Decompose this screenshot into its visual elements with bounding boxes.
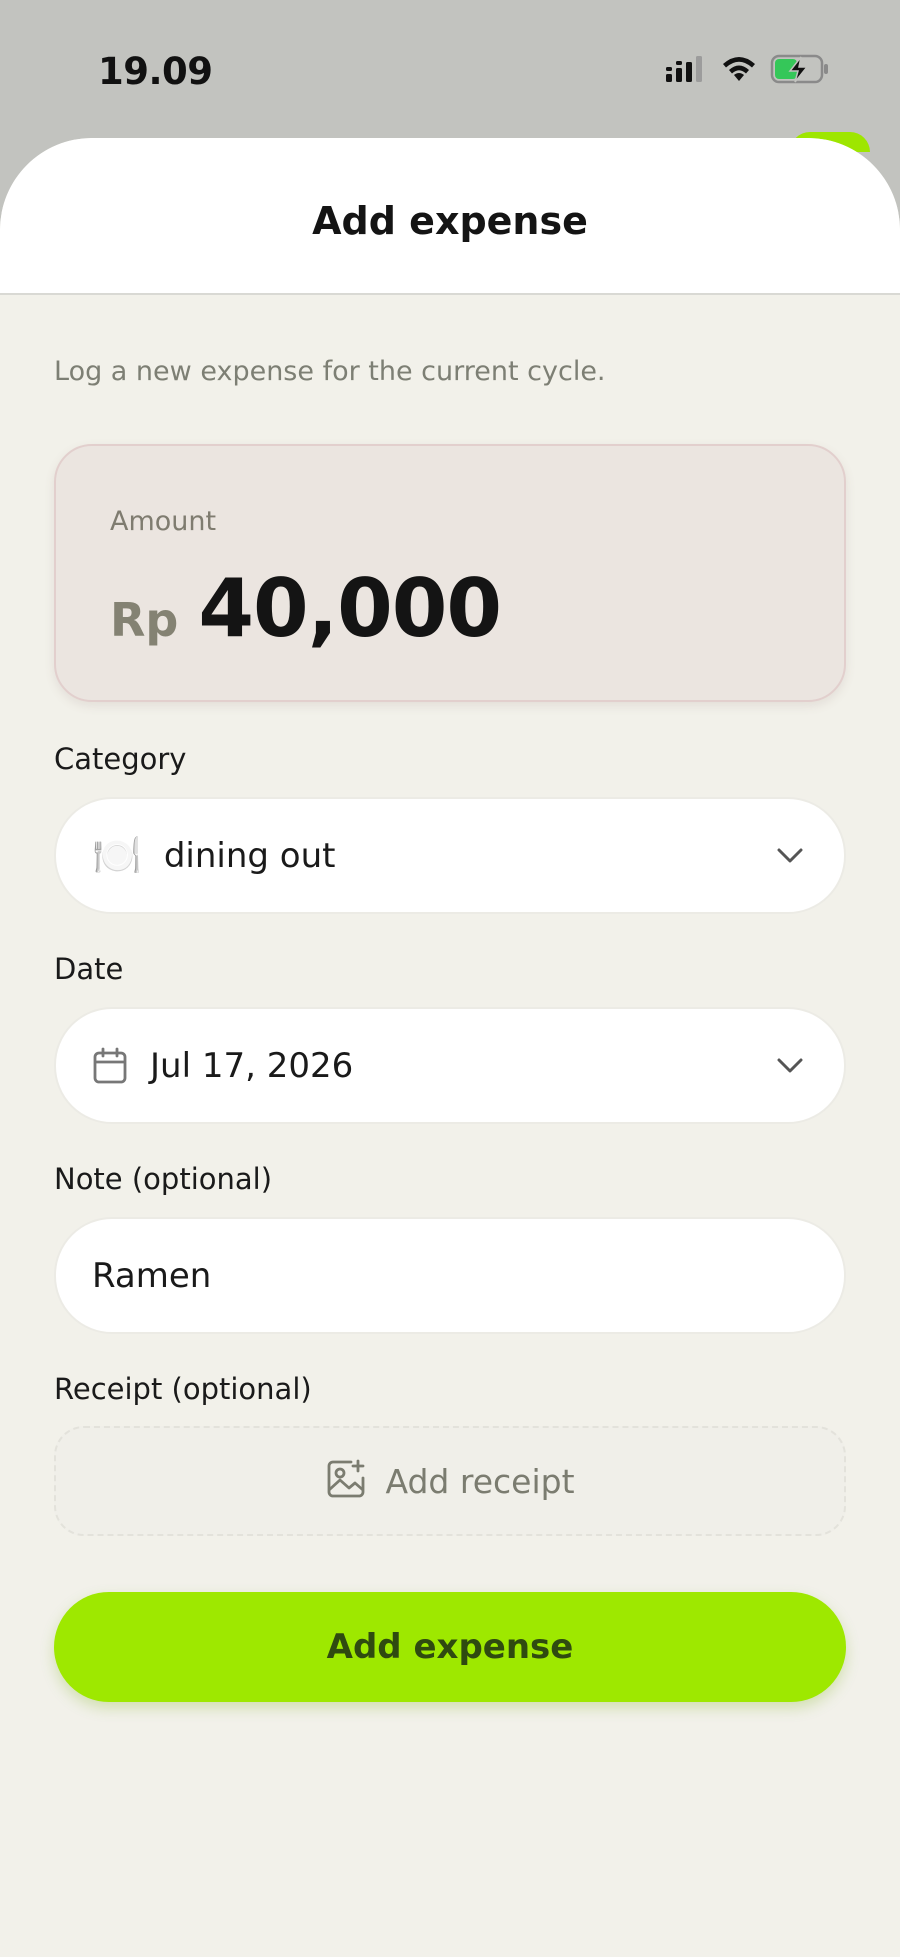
category-label: Category xyxy=(54,742,187,776)
add-receipt-label: Add receipt xyxy=(385,1461,575,1501)
note-value[interactable]: Ramen xyxy=(92,1256,804,1296)
wifi-icon xyxy=(720,54,758,88)
chevron-down-icon xyxy=(776,1052,804,1080)
chevron-down-icon xyxy=(776,842,804,870)
currency-symbol: Rp xyxy=(110,593,179,647)
amount-label: Amount xyxy=(110,506,217,537)
add-receipt-button[interactable]: Add receipt xyxy=(54,1426,846,1536)
dining-plate-icon: 🍽️ xyxy=(92,832,142,879)
amount-row: Rp 40,000 xyxy=(110,562,502,655)
status-time: 19.09 xyxy=(98,50,213,93)
date-picker[interactable]: Jul 17, 2026 xyxy=(54,1007,846,1124)
category-select[interactable]: 🍽️ dining out xyxy=(54,797,846,914)
battery-charging-icon xyxy=(770,54,832,88)
signal-icon xyxy=(664,54,708,88)
note-input[interactable]: Ramen xyxy=(54,1217,846,1334)
receipt-label: Receipt (optional) xyxy=(54,1372,312,1406)
amount-card[interactable]: Amount Rp 40,000 xyxy=(54,444,846,702)
status-bar: 19.09 xyxy=(0,0,900,138)
sheet-title: Add expense xyxy=(312,198,588,243)
date-label: Date xyxy=(54,952,124,986)
note-label: Note (optional) xyxy=(54,1162,273,1196)
calendar-icon xyxy=(92,1047,128,1085)
add-expense-sheet: Add expense Log a new expense for the cu… xyxy=(0,138,900,1957)
amount-value[interactable]: 40,000 xyxy=(198,562,502,655)
sheet-header: Add expense xyxy=(0,138,900,295)
category-value: dining out xyxy=(163,835,336,876)
image-add-icon xyxy=(325,1458,367,1504)
sheet-subtitle: Log a new expense for the current cycle. xyxy=(54,356,606,387)
status-icons xyxy=(664,54,832,88)
add-expense-button[interactable]: Add expense xyxy=(54,1592,846,1702)
date-value: Jul 17, 2026 xyxy=(150,1045,354,1086)
